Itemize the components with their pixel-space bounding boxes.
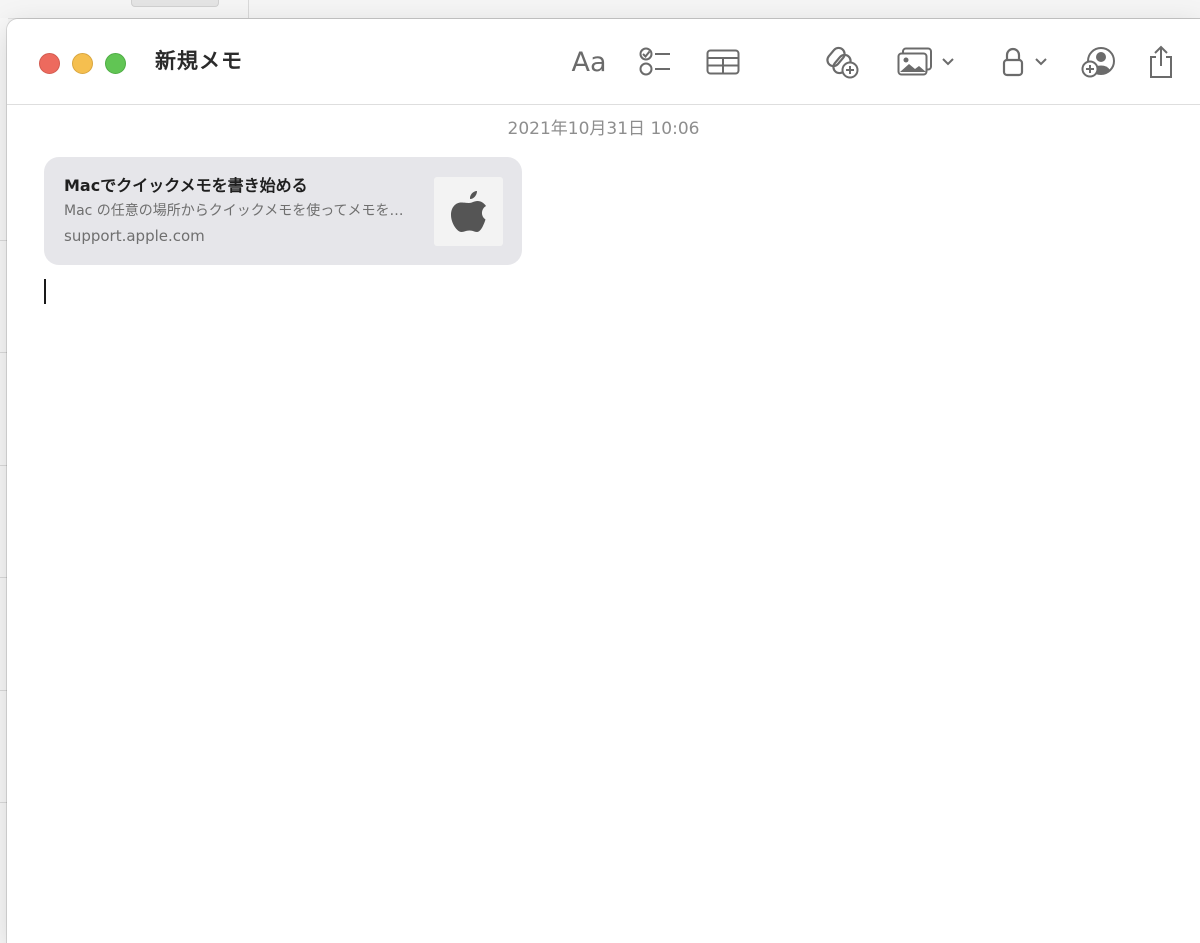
text-cursor <box>44 279 46 304</box>
collaborate-button[interactable] <box>1077 41 1121 83</box>
share-icon <box>1150 45 1172 78</box>
link-preview-card[interactable]: Macでクイックメモを書き始める Mac の任意の場所からクイックメモを使ってメ… <box>44 157 522 265</box>
collaborate-icon <box>1081 47 1115 78</box>
link-card-title: Macでクイックメモを書き始める <box>64 176 308 195</box>
share-button[interactable] <box>1141 41 1181 83</box>
link-card-description: Mac の任意の場所からクイックメモを使ってメモを… <box>64 203 404 219</box>
link-card-thumbnail <box>434 177 503 246</box>
window-title: 新規メモ <box>155 49 243 73</box>
table-button[interactable] <box>701 41 745 83</box>
note-date: 2021年10月31日 10:06 <box>507 119 700 139</box>
text-format-icon: Aa <box>571 46 607 78</box>
checklist-icon <box>639 47 670 76</box>
lock-button[interactable] <box>997 41 1053 83</box>
notes-window: 新規メモ Aa 2021年10月31日 10:06 Macでクイックメモを書き始… <box>7 19 1200 943</box>
background-button <box>131 0 219 7</box>
checklist-button[interactable] <box>633 41 677 83</box>
lock-icon <box>1002 47 1024 77</box>
apple-logo-icon <box>450 190 486 232</box>
background-divider <box>248 0 249 18</box>
maximize-button[interactable] <box>105 53 126 74</box>
table-icon <box>706 49 740 75</box>
link-card-domain: support.apple.com <box>64 227 205 245</box>
close-button[interactable] <box>39 53 60 74</box>
minimize-button[interactable] <box>72 53 93 74</box>
add-link-button[interactable] <box>819 41 863 83</box>
media-button[interactable] <box>891 41 961 83</box>
chevron-down-icon <box>1035 58 1047 66</box>
chevron-down-icon <box>942 58 954 66</box>
media-icon <box>897 47 932 76</box>
format-button[interactable]: Aa <box>565 41 613 83</box>
window-toolbar: 新規メモ Aa <box>7 19 1200 105</box>
add-link-icon <box>826 46 859 79</box>
